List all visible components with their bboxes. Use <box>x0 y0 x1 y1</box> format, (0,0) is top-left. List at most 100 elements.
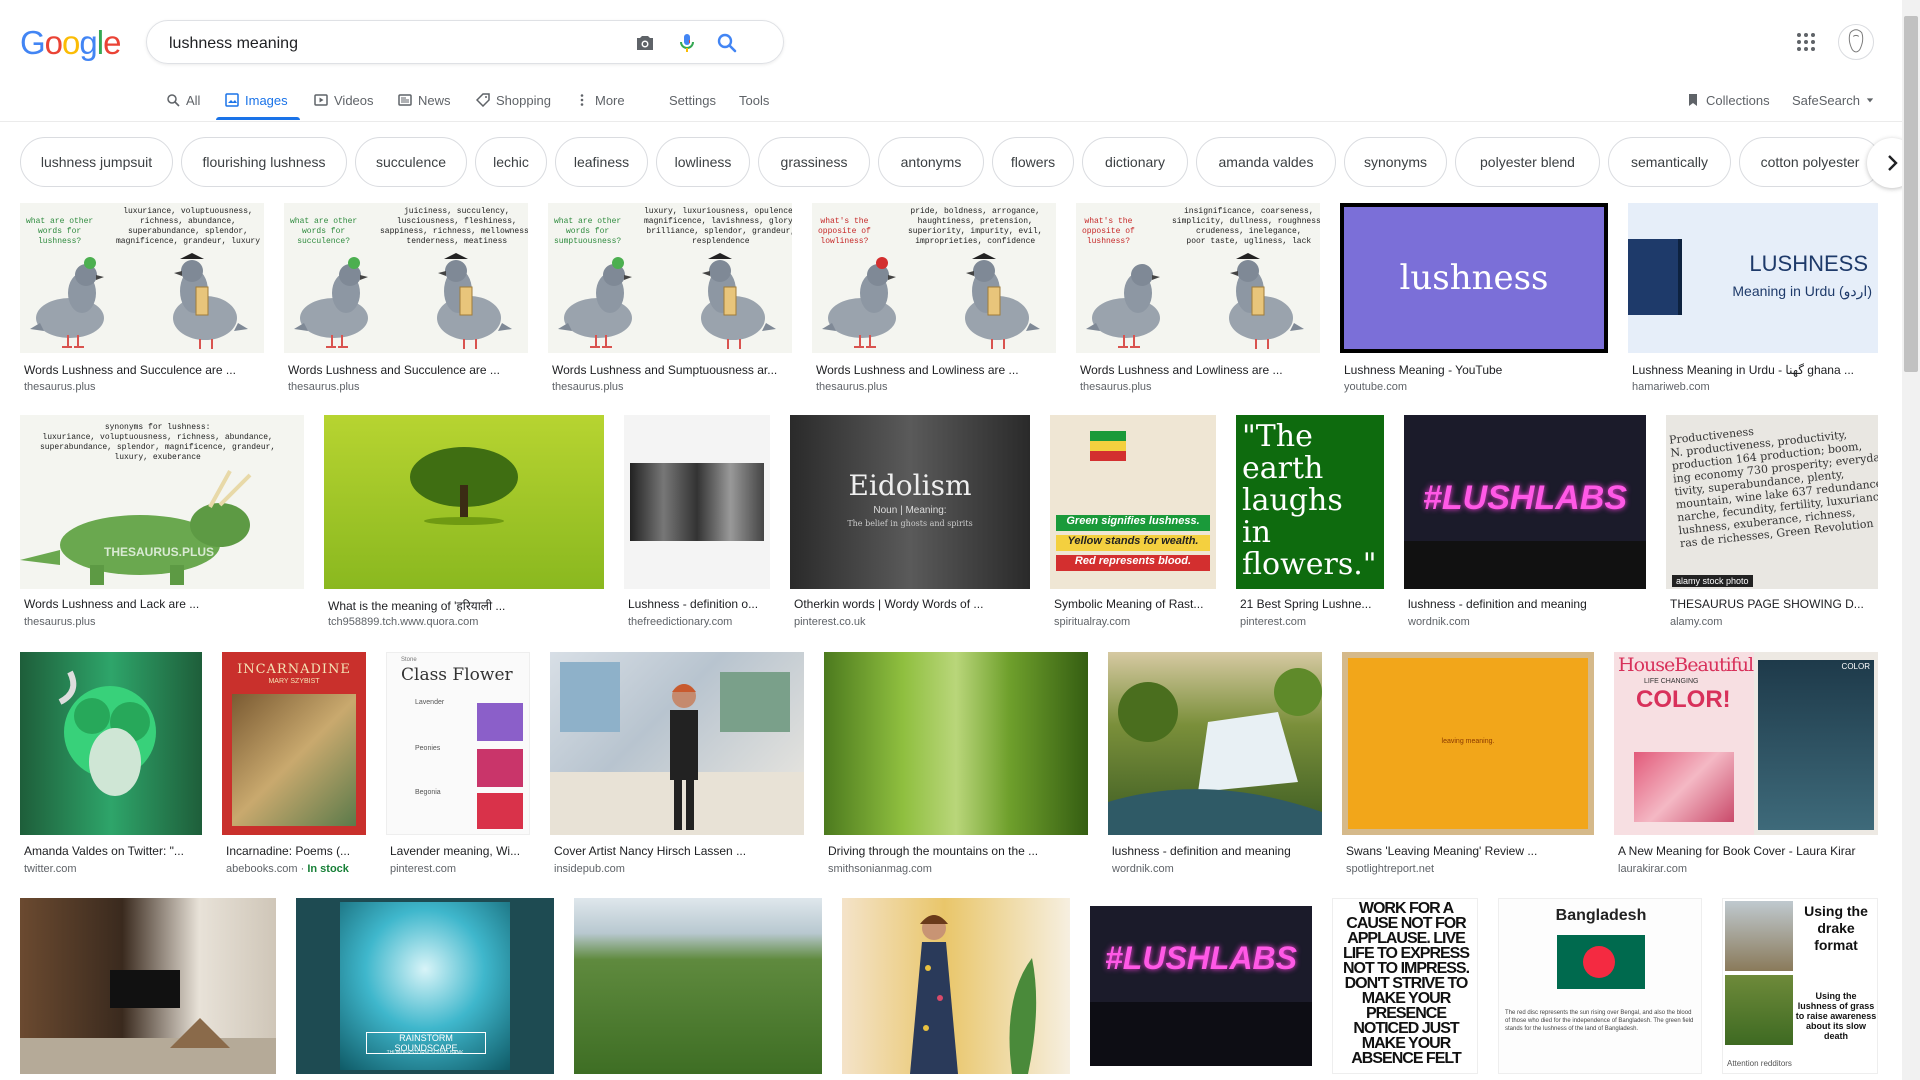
result-title[interactable]: THESAURUS PAGE SHOWING D... <box>1670 597 1878 611</box>
result-source[interactable]: youtube.com <box>1344 381 1407 393</box>
safesearch-dropdown[interactable]: SafeSearch <box>1792 91 1874 109</box>
camera-icon[interactable] <box>633 31 657 55</box>
result-thumbnail[interactable]: what's the opposite of lushness? insigni… <box>1076 203 1320 353</box>
result-thumbnail[interactable]: leaving meaning. <box>1342 652 1594 835</box>
result-thumbnail[interactable]: LUSHNESS Meaning in Urdu (اردو) <box>1628 203 1878 353</box>
result-thumbnail[interactable]: synonyms for lushness: luxuriance, volup… <box>20 415 304 589</box>
chip[interactable]: flowers <box>992 137 1074 187</box>
result-thumbnail[interactable]: "The earth laughs in flowers." <box>1236 415 1384 589</box>
tab-news[interactable]: News <box>398 91 451 109</box>
result-title[interactable]: Words Lushness and Lowliness are ... <box>816 363 1056 377</box>
chip[interactable]: synonyms <box>1344 137 1447 187</box>
result-thumbnail[interactable]: #LUSHLABS <box>1090 906 1312 1066</box>
result-thumbnail[interactable]: lushness <box>1340 203 1608 353</box>
result-thumbnail[interactable]: Stone Class Flower Lavender Peonies Bego… <box>386 652 530 835</box>
result-thumbnail[interactable] <box>1108 652 1322 835</box>
result-thumbnail[interactable]: what are other words for sumptuousness? … <box>548 203 792 353</box>
result-title[interactable]: Words Lushness and Lack are ... <box>24 597 304 611</box>
chip[interactable]: cotton polyester <box>1739 137 1881 187</box>
tab-videos[interactable]: Videos <box>314 91 374 109</box>
chip[interactable]: antonyms <box>878 137 984 187</box>
chip[interactable]: polyester blend <box>1455 137 1600 187</box>
result-title[interactable]: A New Meaning for Book Cover - Laura Kir… <box>1618 844 1878 858</box>
result-thumbnail[interactable] <box>324 415 604 589</box>
result-title[interactable]: Lushness Meaning - YouTube <box>1344 363 1608 377</box>
chip[interactable]: lechic <box>475 137 547 187</box>
result-source[interactable]: thesaurus.plus <box>816 381 888 393</box>
result-title[interactable]: Words Lushness and Succulence are ... <box>24 363 264 377</box>
result-thumbnail[interactable]: #LUSHLABS <box>1404 415 1646 589</box>
result-source[interactable]: abebooks.com · In stock <box>226 863 349 875</box>
result-title[interactable]: lushness - definition and meaning <box>1112 844 1322 858</box>
chip[interactable]: amanda valdes <box>1196 137 1336 187</box>
result-thumbnail[interactable]: what are other words for lushness? luxur… <box>20 203 264 353</box>
result-thumbnail[interactable]: Bangladesh The red disc represents the s… <box>1498 898 1702 1074</box>
chip[interactable]: grassiness <box>758 137 870 187</box>
result-title[interactable]: Incarnadine: Poems (... <box>226 844 366 858</box>
search-input[interactable] <box>167 31 611 57</box>
result-thumbnail[interactable]: INCARNADINE MARY SZYBIST <box>222 652 366 835</box>
result-thumbnail[interactable] <box>20 652 202 835</box>
chip[interactable]: succulence <box>355 137 467 187</box>
result-thumbnail[interactable] <box>842 898 1070 1074</box>
result-thumbnail[interactable] <box>574 898 822 1074</box>
result-title[interactable]: Symbolic Meaning of Rast... <box>1054 597 1216 611</box>
apps-grid-icon[interactable] <box>1796 32 1816 52</box>
result-source[interactable]: spotlightreport.net <box>1346 863 1434 875</box>
result-source[interactable]: wordnik.com <box>1408 616 1470 628</box>
avatar[interactable] <box>1838 24 1874 60</box>
result-source[interactable]: smithsonianmag.com <box>828 863 932 875</box>
result-source[interactable]: hamariweb.com <box>1632 381 1710 393</box>
result-thumbnail[interactable]: what are other words for succulence? jui… <box>284 203 528 353</box>
tab-all[interactable]: All <box>166 91 200 109</box>
chip[interactable]: dictionary <box>1082 137 1188 187</box>
result-source[interactable]: thesaurus.plus <box>24 381 96 393</box>
result-source[interactable]: alamy.com <box>1670 616 1722 628</box>
result-title[interactable]: What is the meaning of 'हरियाली ... <box>328 597 524 614</box>
result-title[interactable]: Lushness - definition o... <box>628 597 770 611</box>
result-title[interactable]: Amanda Valdes on Twitter: "... <box>24 844 202 858</box>
tab-more[interactable]: More <box>575 91 625 109</box>
result-thumbnail[interactable]: Productiveness N. productiveness, produc… <box>1666 415 1878 589</box>
result-thumbnail[interactable] <box>550 652 804 835</box>
tab-shopping[interactable]: Shopping <box>476 91 551 109</box>
result-source[interactable]: tch958899.tch.www.quora.com <box>328 616 478 628</box>
result-thumbnail[interactable] <box>824 652 1088 835</box>
result-source[interactable]: thesaurus.plus <box>1080 381 1152 393</box>
result-title[interactable]: Lushness Meaning in Urdu - گھنا ghana ..… <box>1632 363 1878 377</box>
result-source[interactable]: pinterest.com <box>1240 616 1306 628</box>
result-thumbnail[interactable]: WORK FOR A CAUSE NOT FOR APPLAUSE. LIVE … <box>1332 898 1478 1074</box>
result-source[interactable]: insidepub.com <box>554 863 625 875</box>
chip[interactable]: semantically <box>1608 137 1731 187</box>
chip[interactable]: leafiness <box>555 137 648 187</box>
result-thumbnail[interactable] <box>20 898 276 1074</box>
result-source[interactable]: thesaurus.plus <box>552 381 624 393</box>
result-source[interactable]: pinterest.com <box>390 863 456 875</box>
result-title[interactable]: Words Lushness and Lowliness are ... <box>1080 363 1320 377</box>
scrollbar-thumb[interactable] <box>1904 16 1918 372</box>
result-source[interactable]: thesaurus.plus <box>24 616 96 628</box>
tools-link[interactable]: Tools <box>739 91 769 109</box>
result-source[interactable]: spiritualray.com <box>1054 616 1130 628</box>
result-source[interactable]: thesaurus.plus <box>288 381 360 393</box>
collections-link[interactable]: Collections <box>1686 91 1770 109</box>
result-thumbnail[interactable]: RAINSTORM SOUNDSCAPE THUNDERSTORM SOUND … <box>296 898 554 1074</box>
chip[interactable]: lushness jumpsuit <box>20 137 173 187</box>
microphone-icon[interactable] <box>675 31 699 55</box>
result-thumbnail[interactable]: Eidolism Noun | Meaning: The belief in g… <box>790 415 1030 589</box>
result-title[interactable]: Otherkin words | Wordy Words of ... <box>794 597 1030 611</box>
result-source[interactable]: twitter.com <box>24 863 77 875</box>
result-thumbnail[interactable]: HouseBeautiful LIFE CHANGING COLOR! COLO… <box>1614 652 1878 835</box>
result-thumbnail[interactable]: Using the drake format Using the lushnes… <box>1722 898 1878 1074</box>
result-thumbnail[interactable]: what's the opposite of lowliness? pride,… <box>812 203 1056 353</box>
result-title[interactable]: lushness - definition and meaning <box>1408 597 1646 611</box>
result-source[interactable]: wordnik.com <box>1112 863 1174 875</box>
result-title[interactable]: Swans 'Leaving Meaning' Review ... <box>1346 844 1594 858</box>
settings-link[interactable]: Settings <box>669 91 716 109</box>
chip[interactable]: lowliness <box>656 137 750 187</box>
tab-images[interactable]: Images <box>225 91 288 109</box>
result-title[interactable]: Cover Artist Nancy Hirsch Lassen ... <box>554 844 804 858</box>
result-title[interactable]: 21 Best Spring Lushne... <box>1240 597 1384 611</box>
result-thumbnail[interactable]: Green signifies lushness. Yellow stands … <box>1050 415 1216 589</box>
result-title[interactable]: Words Lushness and Succulence are ... <box>288 363 528 377</box>
